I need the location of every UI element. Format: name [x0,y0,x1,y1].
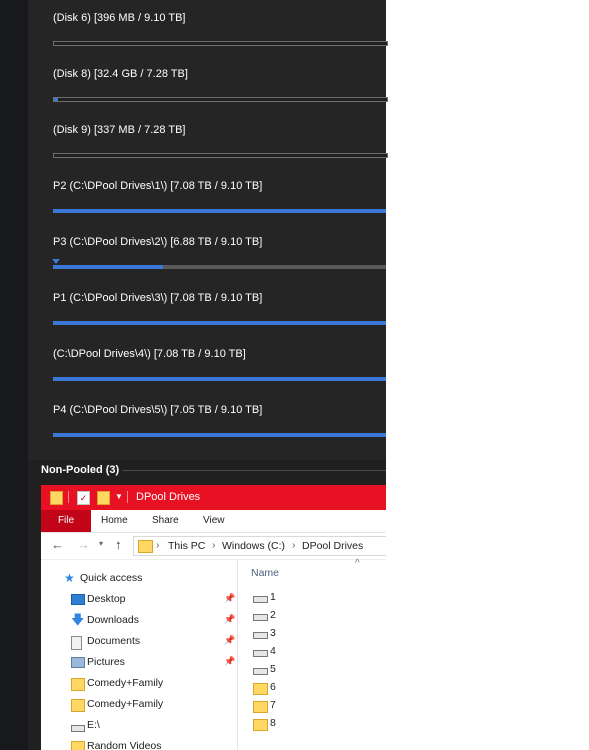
nav-label: Desktop [87,593,126,605]
non-pooled-section-title[interactable]: Non-Pooled (3) [41,464,119,476]
breadcrumb-chevron-icon[interactable]: › [156,540,159,551]
disk-usage-fill [53,209,386,213]
title-bar[interactable]: ✓ ▼ DPool Drives [41,485,386,510]
disk-label: (C:\DPool Drives\4\) [7.08 TB / 9.10 TB] [53,348,246,360]
disk-usage-fill [53,265,163,269]
desktop-icon [71,594,85,605]
new-folder-icon[interactable] [97,491,110,505]
disk-usage-fill [53,321,386,325]
disk-usage-fill [53,377,386,381]
forward-arrow-icon[interactable]: → [77,537,90,552]
nav-label: Random Videos [87,740,162,750]
pin-icon[interactable]: 📌 [224,614,235,625]
disk-usage-bar [53,97,388,102]
disk-usage-bar [53,321,386,325]
sort-caret-icon: ^ [355,558,360,569]
disk-label: P3 (C:\DPool Drives\2\) [6.88 TB / 9.10 … [53,236,263,248]
disk-usage-bar [53,209,386,213]
breadcrumb-chevron-icon[interactable]: › [212,540,215,551]
disk-label: P2 (C:\DPool Drives\1\) [7.08 TB / 9.10 … [53,180,263,192]
disk-label: (Disk 8) [32.4 GB / 7.28 TB] [53,68,188,80]
pane-divider[interactable] [237,559,238,750]
disk-label: (Disk 6) [396 MB / 9.10 TB] [53,12,186,24]
folder-icon [71,699,85,712]
pin-icon[interactable]: 📌 [224,593,235,604]
file-name: 6 [270,681,276,693]
chevron-down-icon[interactable]: ▼ [115,492,123,501]
disk-label: P1 (C:\DPool Drives\3\) [7.08 TB / 9.10 … [53,292,263,304]
drag-marker-icon[interactable] [52,259,60,264]
address-path-field[interactable]: › This PC › Windows (C:) › DPool Drives [133,536,386,556]
disk-usage-bar [53,153,388,158]
disk-usage-fill [54,98,59,101]
drive-icon [253,596,268,603]
breadcrumb-this-pc[interactable]: This PC [168,540,205,552]
tab-view[interactable]: View [203,510,225,532]
nav-label: Downloads [87,614,139,626]
disk-label: (Disk 9) [337 MB / 7.28 TB] [53,124,186,136]
ribbon-tabs: File Home Share View [41,510,386,533]
disk-usage-fill [53,433,386,437]
nav-label: Pictures [87,656,125,668]
pictures-icon [71,657,85,668]
disk-label: P4 (C:\DPool Drives\5\) [7.05 TB / 9.10 … [53,404,263,416]
disk-usage-bar [53,41,388,46]
file-name: 5 [270,663,276,675]
tab-home[interactable]: Home [101,510,128,532]
folder-icon [50,491,63,505]
address-bar: ← → ▾ ↑ › This PC › Windows (C:) › DPool… [41,533,386,560]
properties-check-icon[interactable]: ✓ [77,491,90,505]
file-explorer-window: ✓ ▼ DPool Drives File Home Share View ← … [41,485,386,750]
documents-icon [71,636,82,650]
up-arrow-icon[interactable]: ↑ [115,537,122,552]
disk-usage-bar [53,433,386,437]
drive-icon [71,725,85,732]
folder-icon [71,741,85,750]
tab-file[interactable]: File [41,510,91,532]
section-divider [122,470,386,471]
tab-share[interactable]: Share [152,510,179,532]
file-name: 7 [270,699,276,711]
star-icon: ★ [64,571,75,585]
file-name: 2 [270,609,276,621]
pin-icon[interactable]: 📌 [224,656,235,667]
file-name: 4 [270,645,276,657]
folder-icon [138,540,153,553]
recent-locations-chevron-icon[interactable]: ▾ [99,539,103,548]
file-name: 8 [270,717,276,729]
folder-icon [71,678,85,691]
column-header-name[interactable]: Name [251,567,279,579]
nav-label: E:\ [87,719,100,731]
breadcrumb-chevron-icon[interactable]: › [292,540,295,551]
disk-usage-bar [52,259,386,269]
nav-label: Comedy+Family [87,698,164,710]
download-arrow-icon: 🡇 [71,612,85,627]
nav-label: Quick access [80,572,143,584]
pin-icon[interactable]: 📌 [224,635,235,646]
folder-icon [253,683,268,695]
disk-usage-bar [53,377,386,381]
file-name: 1 [270,591,276,603]
drive-icon [253,614,268,621]
navigation-pane: ★ Quick access Desktop 📌 🡇 Downloads 📌 D… [41,563,238,750]
nav-label: Comedy+Family [87,677,164,689]
breadcrumb-windows-c[interactable]: Windows (C:) [222,540,285,552]
folder-icon [253,701,268,713]
drive-icon [253,668,268,675]
folder-icon [253,719,268,731]
drive-icon [253,650,268,657]
drive-icon [253,632,268,639]
back-arrow-icon[interactable]: ← [51,537,64,552]
breadcrumb-dpool-drives[interactable]: DPool Drives [302,540,363,552]
toolbar-separator [68,491,69,503]
toolbar-separator [127,491,128,503]
left-sidebar-strip [0,0,28,750]
nav-label: Documents [87,635,141,647]
file-name: 3 [270,627,276,639]
window-title: DPool Drives [136,491,201,503]
